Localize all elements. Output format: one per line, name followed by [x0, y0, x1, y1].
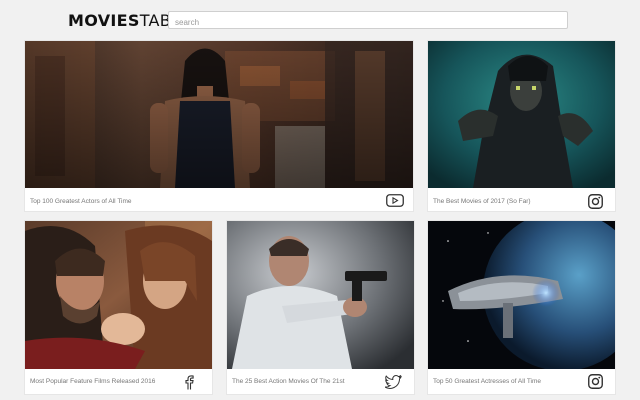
article-thumbnail[interactable]	[25, 41, 413, 188]
article-caption[interactable]: Most Popular Feature Films Released 2016	[30, 378, 180, 385]
article-thumbnail[interactable]	[227, 221, 414, 369]
article-caption[interactable]: The Best Movies of 2017 (So Far)	[433, 198, 573, 205]
article-card[interactable]: Most Popular Feature Films Released 2016	[25, 221, 212, 394]
moviestab-logo[interactable]: MOVIESTAB	[68, 11, 171, 30]
article-caption[interactable]: Top 100 Greatest Actors of All Time	[30, 198, 330, 205]
top-bar: MOVIESTAB	[0, 0, 640, 40]
twitter-icon[interactable]	[385, 375, 402, 389]
logo-text-light: TAB	[139, 11, 172, 30]
article-thumbnail[interactable]	[428, 221, 615, 369]
search-input[interactable]	[169, 14, 567, 31]
article-card[interactable]: The Best Movies of 2017 (So Far)	[428, 41, 615, 211]
search-box[interactable]	[168, 11, 568, 31]
logo-text-bold: MOVIES	[68, 11, 140, 30]
instagram-icon[interactable]	[588, 194, 603, 209]
article-card[interactable]: The 25 Best Action Movies Of The 21st	[227, 221, 414, 394]
article-caption[interactable]: The 25 Best Action Movies Of The 21st	[232, 378, 382, 385]
article-card[interactable]: Top 100 Greatest Actors of All Time	[25, 41, 413, 211]
instagram-icon[interactable]	[588, 374, 603, 389]
article-thumbnail[interactable]	[25, 221, 212, 369]
facebook-icon[interactable]	[183, 375, 195, 390]
article-card[interactable]: Top 50 Greatest Actresses of All Time	[428, 221, 615, 394]
article-caption[interactable]: Top 50 Greatest Actresses of All Time	[433, 378, 583, 385]
youtube-icon[interactable]	[386, 194, 404, 207]
article-thumbnail[interactable]	[428, 41, 615, 188]
